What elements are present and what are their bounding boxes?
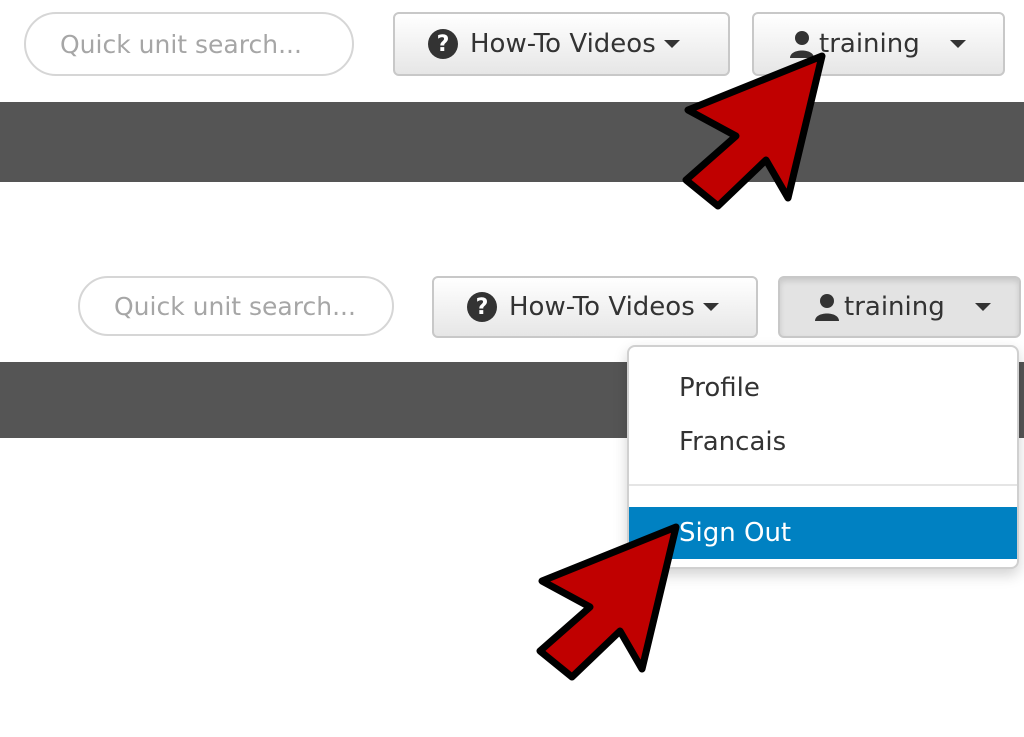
how-to-videos-button[interactable]: ? How-To Videos bbox=[432, 276, 758, 338]
pointer-arrow-icon bbox=[682, 52, 826, 210]
menu-item-francais-label: Francais bbox=[679, 427, 787, 457]
chevron-down-icon bbox=[974, 303, 991, 311]
quick-unit-search-input[interactable] bbox=[78, 276, 394, 336]
user-icon bbox=[814, 293, 840, 321]
user-menu-label: training bbox=[844, 292, 945, 322]
chevron-down-icon bbox=[663, 40, 680, 48]
header-band-before bbox=[0, 102, 1024, 182]
how-to-videos-label: How-To Videos bbox=[509, 292, 695, 322]
quick-unit-search-input[interactable] bbox=[24, 12, 354, 76]
pointer-arrow-icon bbox=[536, 523, 680, 681]
how-to-videos-label: How-To Videos bbox=[470, 29, 656, 59]
menu-item-profile-label: Profile bbox=[679, 373, 760, 403]
question-circle-icon: ? bbox=[428, 29, 458, 59]
chevron-down-icon bbox=[702, 303, 719, 311]
question-circle-icon: ? bbox=[467, 292, 497, 322]
chevron-down-icon bbox=[949, 40, 966, 48]
menu-divider bbox=[629, 484, 1017, 486]
menu-item-francais[interactable]: Francais bbox=[629, 416, 1017, 468]
how-to-videos-button[interactable]: ? How-To Videos bbox=[393, 12, 730, 76]
user-menu-button[interactable]: training bbox=[778, 276, 1021, 338]
menu-item-profile[interactable]: Profile bbox=[629, 362, 1017, 414]
